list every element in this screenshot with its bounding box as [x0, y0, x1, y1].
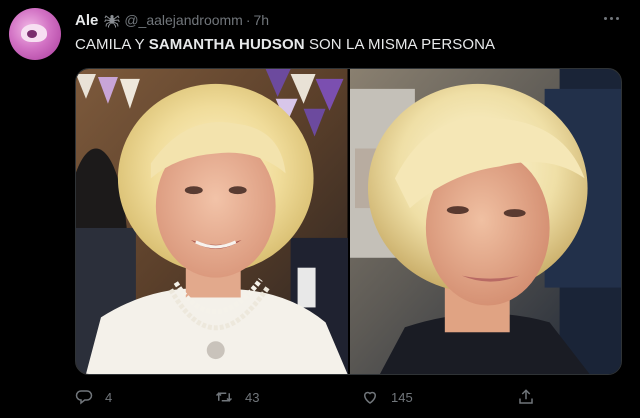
share-button[interactable]	[517, 388, 535, 406]
photo-left[interactable]	[76, 69, 348, 374]
reply-icon	[75, 390, 93, 405]
author-handle[interactable]: @_aalejandroomm	[124, 12, 243, 28]
heart-icon	[363, 391, 377, 404]
tweet-text: CAMILA Y SAMANTHA HUDSON SON LA MISMA PE…	[75, 36, 495, 53]
more-dot-icon	[609, 16, 613, 20]
more-dot-icon	[615, 16, 619, 20]
like-count: 145	[391, 389, 413, 405]
author-name[interactable]: Ale	[75, 12, 98, 29]
retweet-button[interactable]: 43	[215, 388, 259, 406]
tweet[interactable]: Ale @_aalejandroomm · 7h CAMILA Y SAMANT…	[0, 0, 640, 418]
photo-right[interactable]	[349, 69, 621, 374]
reply-button[interactable]: 4	[75, 388, 112, 406]
share-icon	[519, 389, 533, 404]
tweet-text-bold-part: SAMANTHA HUDSON	[148, 36, 305, 53]
timestamp[interactable]: 7h	[254, 12, 270, 28]
more-dot-icon	[603, 16, 607, 20]
spider-icon	[104, 12, 121, 28]
reply-count: 4	[105, 389, 113, 405]
action-bar: 4 43 145	[75, 388, 545, 412]
retweet-icon	[215, 392, 233, 402]
tweet-text-part: CAMILA Y	[75, 36, 149, 53]
like-button[interactable]: 145	[361, 388, 413, 406]
separator-dot: ·	[245, 12, 251, 28]
tweet-text-part: SON LA MISMA PERSONA	[304, 36, 496, 53]
retweet-count: 43	[245, 389, 260, 405]
media-container	[75, 68, 622, 375]
more-options-button[interactable]	[600, 8, 622, 28]
avatar[interactable]	[9, 8, 61, 60]
tweet-header: Ale @_aalejandroomm · 7h	[75, 10, 269, 30]
